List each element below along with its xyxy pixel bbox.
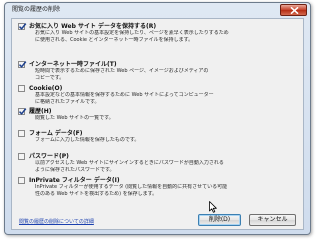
cancel-button[interactable]: キャンセル: [249, 214, 296, 226]
help-link[interactable]: 閲覧の履歴の削除についての詳細: [19, 219, 94, 226]
close-icon: [290, 7, 299, 14]
delete-browsing-history-dialog: 閲覧の履歴の削除 お気に入り Web サイト データを保持する(R) お気に入り…: [4, 2, 311, 235]
title-bar: 閲覧の履歴の削除: [5, 3, 310, 18]
mouse-cursor-icon: [209, 201, 217, 213]
option-description: 短時間で表示するために保存された Web ページ、イメージおよびメディアの コピ…: [35, 68, 209, 81]
delete-button[interactable]: 削除(D): [198, 214, 241, 226]
option-description: InPrivate フィルターが使用するデータ (閲覧した情報を自動的に共有させ…: [35, 184, 228, 197]
checkbox[interactable]: [18, 130, 25, 137]
close-button[interactable]: [280, 4, 307, 16]
checkbox[interactable]: [18, 61, 27, 68]
checkmark-icon: [18, 108, 27, 115]
dialog-title: 閲覧の履歴の削除: [12, 6, 61, 13]
option-description: 閲覧した Web サイトの一覧です。: [35, 115, 114, 121]
option-description: 以前アクセスした Web サイトにサインインするときにパスワードが自動入力される…: [35, 160, 224, 173]
checkmark-icon: [18, 23, 27, 30]
option-description: 基本設定などの基本情報を保存するために Web サイトによってコンピューター に…: [35, 92, 214, 105]
checkbox[interactable]: [18, 177, 25, 184]
option-description: フォームに入力した情報を保存したものです。: [35, 137, 140, 143]
options-panel: お気に入り Web サイト データを保持する(R) お気に入り Web サイトの…: [11, 18, 304, 230]
checkbox[interactable]: [18, 153, 25, 160]
checkbox[interactable]: [18, 23, 27, 30]
checkbox[interactable]: [18, 85, 25, 92]
checkmark-icon: [18, 61, 27, 68]
option-description: お気に入り Web サイトの基本設定を保持したり、ページを素早く表示したりするた…: [35, 30, 229, 43]
checkbox[interactable]: [18, 108, 27, 115]
